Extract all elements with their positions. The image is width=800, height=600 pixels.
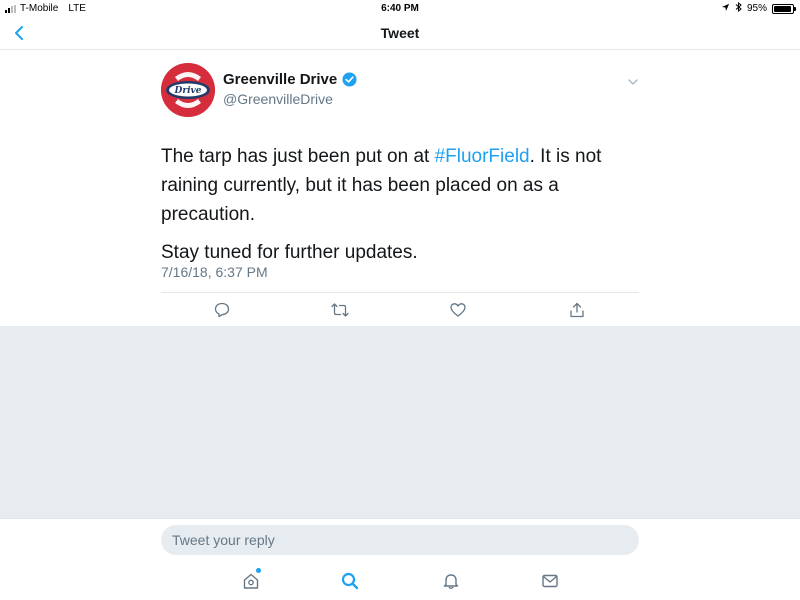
chevron-down-icon	[628, 79, 638, 85]
reply-input[interactable]	[161, 525, 639, 555]
tweet-detail: Drive Greenville Drive @GreenvilleDrive …	[0, 50, 800, 326]
status-right: 95%	[721, 1, 796, 15]
status-time: 6:40 PM	[381, 3, 419, 14]
tab-search[interactable]	[339, 570, 361, 592]
battery-level	[774, 5, 792, 12]
author-handle[interactable]: @GreenvilleDrive	[223, 91, 333, 107]
retweet-icon	[331, 303, 349, 317]
logo-text: Drive	[174, 86, 202, 96]
like-icon	[450, 303, 466, 317]
hashtag-link[interactable]: #FluorField	[435, 146, 530, 167]
avatar[interactable]: Drive	[161, 63, 215, 117]
location-icon	[721, 3, 730, 15]
status-bar: T-Mobile LTE 6:40 PM 95%	[0, 0, 800, 16]
search-icon	[341, 572, 359, 590]
tweet-text-part-1: The tarp has just been put on at	[161, 146, 435, 167]
tweet-options-button[interactable]	[626, 75, 640, 89]
bluetooth-icon	[735, 1, 742, 15]
tweet-actions	[0, 299, 800, 321]
retweet-button[interactable]	[329, 299, 351, 321]
share-icon	[570, 302, 584, 318]
home-icon	[243, 573, 259, 589]
share-button[interactable]	[566, 299, 588, 321]
tab-notifications[interactable]	[440, 570, 462, 592]
tweet-text: The tarp has just been put on at #FluorF…	[161, 142, 641, 276]
author-name[interactable]: Greenville Drive	[223, 71, 337, 88]
tweet-paragraph-1: The tarp has just been put on at #FluorF…	[161, 142, 641, 229]
nav-bar: Tweet	[0, 16, 800, 50]
tab-home[interactable]	[240, 568, 262, 592]
reply-bar	[0, 518, 800, 562]
tab-bar	[0, 562, 800, 600]
page-title: Tweet	[380, 25, 420, 41]
author-name-row[interactable]: Greenville Drive	[223, 71, 357, 88]
tweet-timestamp: 7/16/18, 6:37 PM	[161, 264, 268, 280]
notification-dot	[256, 568, 261, 573]
reply-button[interactable]	[211, 299, 233, 321]
empty-replies-area	[0, 326, 800, 518]
tab-messages[interactable]	[539, 570, 561, 592]
like-button[interactable]	[447, 299, 469, 321]
battery-percent: 95%	[746, 3, 767, 14]
divider	[161, 292, 639, 293]
tweet-paragraph-2: Stay tuned for further updates.	[161, 242, 418, 263]
reply-icon	[214, 302, 230, 318]
greenville-drive-logo: Drive	[161, 63, 215, 117]
battery-icon	[772, 3, 796, 14]
verified-badge-icon	[342, 72, 357, 87]
messages-icon	[542, 574, 558, 588]
notifications-icon	[443, 574, 459, 589]
